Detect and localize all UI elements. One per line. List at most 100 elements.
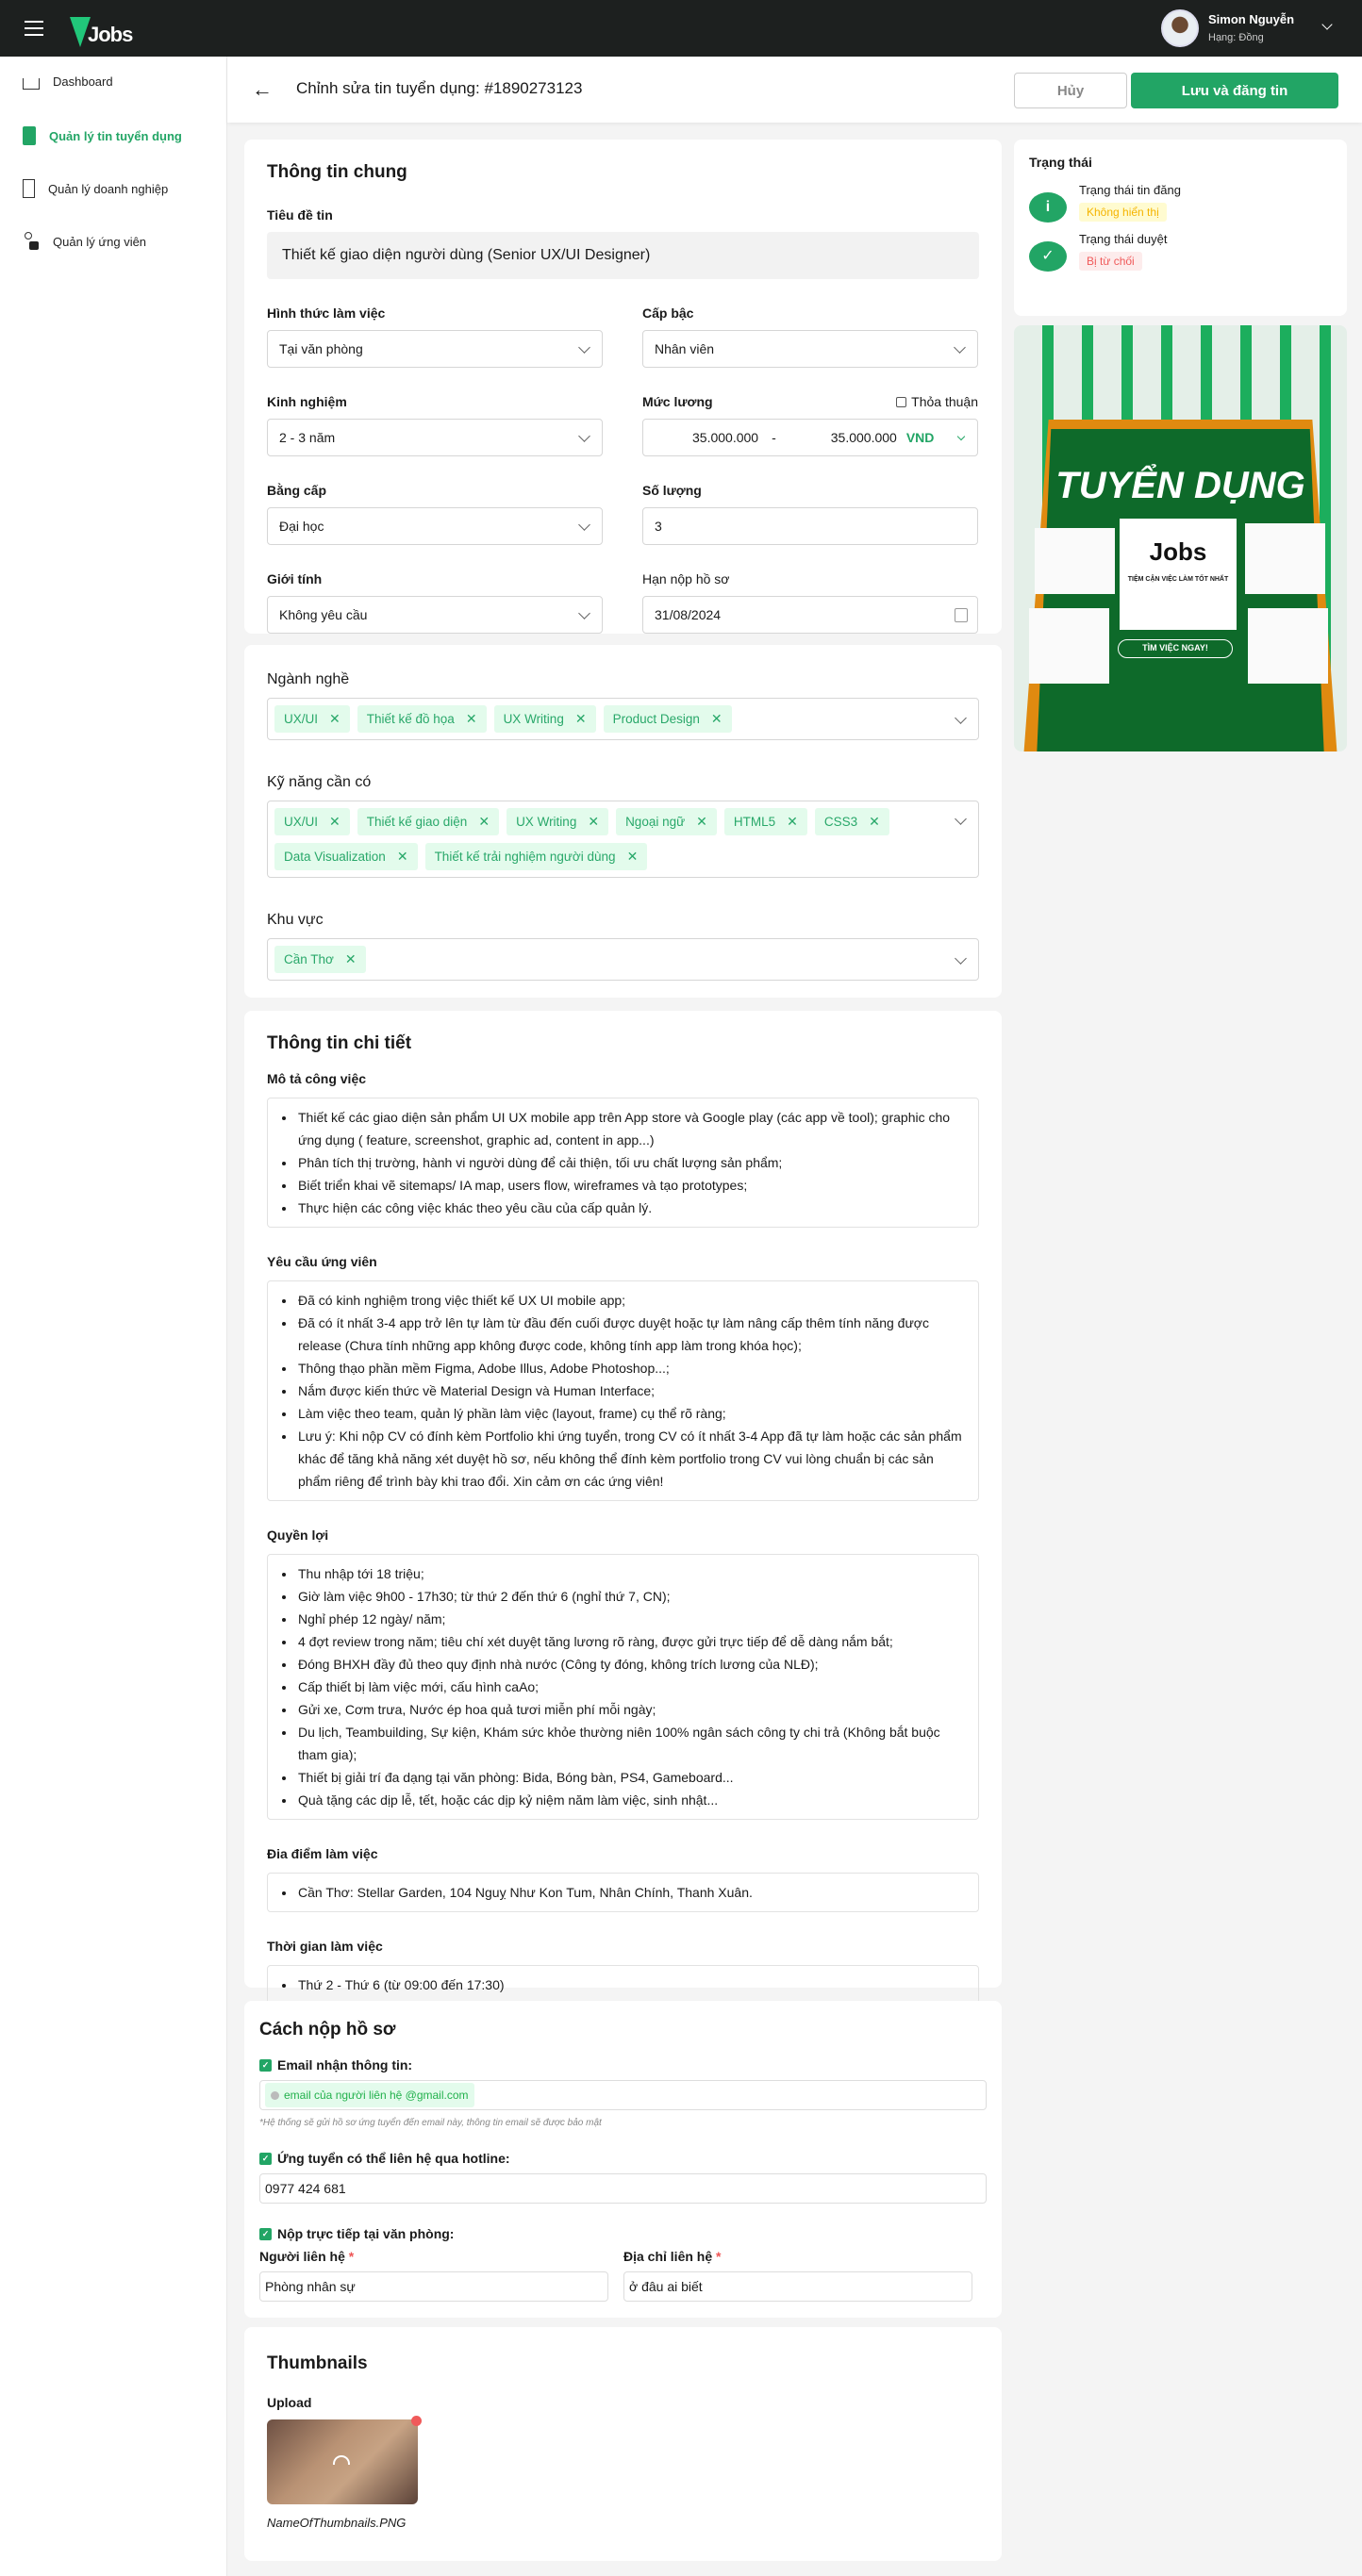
remove-tag-icon[interactable]: ✕	[478, 814, 490, 830]
tag: UX/UI ✕	[274, 705, 350, 733]
location-editor[interactable]: Cần Thơ: Stellar Garden, 104 Nguỵ Như Ko…	[267, 1873, 979, 1912]
contact-label: Người liên hệ	[259, 2249, 345, 2264]
remove-tag-icon[interactable]: ✕	[588, 814, 599, 830]
top-header: Jobs Simon Nguyễn Hạng: Đồng	[0, 0, 1362, 57]
region-label: Khu vực	[267, 912, 324, 928]
remove-tag-icon[interactable]: ✕	[869, 814, 880, 830]
section-title: Thông tin chung	[267, 162, 407, 182]
checkbox-checked-icon: ✓	[259, 2152, 272, 2165]
work-time-label: Thời gian làm việc	[267, 1939, 383, 1954]
tag: Thiết kế trải nghiệm người dùng ✕	[424, 843, 648, 870]
list-item: 4 đợt review trong năm; tiêu chí xét duy…	[296, 1630, 963, 1653]
salary-min[interactable]: 35.000.000	[692, 430, 758, 445]
email-checkbox[interactable]: ✓ Email nhận thông tin:	[259, 2057, 987, 2072]
work-time-editor[interactable]: Thứ 2 - Thứ 6 (từ 09:00 đến 17:30)	[267, 1965, 979, 2005]
remove-tag-icon[interactable]: ✕	[329, 814, 340, 830]
chevron-down-icon	[578, 430, 590, 442]
experience-select[interactable]: 2 - 3 năm	[267, 419, 603, 456]
list-item: Giờ làm việc 9h00 - 17h30; từ thứ 2 đến …	[296, 1585, 963, 1608]
general-info-card: Thông tin chung Tiêu đề tin Thiết kế gia…	[244, 140, 1002, 634]
page-toolbar: ← Chỉnh sửa tin tuyển dụng: #1890273123 …	[227, 57, 1362, 123]
sidebar: Dashboard Quản lý tin tuyển dụng Quản lý…	[0, 57, 227, 2576]
sidebar-item-job-posts[interactable]: Quản lý tin tuyển dụng	[23, 126, 182, 145]
hotline-checkbox[interactable]: ✓ Ứng tuyển có thể liên hệ qua hotline:	[259, 2151, 987, 2166]
list-item: Cần Thơ: Stellar Garden, 104 Nguỵ Như Ko…	[296, 1881, 963, 1904]
tag: UX Writing ✕	[507, 808, 609, 835]
list-item: Quà tặng các dịp lễ, tết, hoặc các dịp k…	[296, 1789, 963, 1811]
address-label: Địa chỉ liên hệ	[623, 2249, 713, 2264]
quantity-input[interactable]: 3	[642, 507, 978, 545]
description-editor[interactable]: Thiết kế các giao diện sản phẩm UI UX mo…	[267, 1098, 979, 1228]
list-item: Lưu ý: Khi nộp CV có đính kèm Portfolio …	[296, 1425, 963, 1493]
post-title-label: Tiêu đề tin	[267, 207, 333, 223]
list-item: Thiết kế các giao diện sản phẩm UI UX mo…	[296, 1106, 963, 1151]
post-status-badge: Không hiển thị	[1079, 203, 1167, 222]
categories-card: Ngành nghề UX/UI ✕ Thiết kế đồ họa ✕ UX Writ…	[244, 645, 1002, 998]
remove-tag-icon[interactable]: ✕	[329, 711, 340, 727]
deadline-date-input[interactable]: 31/08/2024	[642, 596, 978, 634]
degree-label: Bằng cấp	[267, 483, 327, 498]
logo[interactable]: Jobs	[70, 9, 133, 47]
avatar[interactable]	[1161, 9, 1199, 47]
industry-label: Ngành nghề	[267, 671, 350, 687]
remove-tag-icon[interactable]: ✕	[397, 849, 408, 865]
recruitment-banner[interactable]: TUYỂN DỤNG Jobs TIỆM CẬN VIỆC LÀM TỐT NH…	[1014, 325, 1347, 751]
save-publish-button[interactable]: Lưu và đăng tin	[1131, 73, 1338, 108]
info-icon: i	[1029, 192, 1067, 223]
chevron-down-icon	[578, 341, 590, 354]
remove-tag-icon[interactable]: ✕	[575, 711, 587, 727]
list-item: Phân tích thị trường, hành vi người dùng…	[296, 1151, 963, 1174]
email-input[interactable]: email của người liên hệ @gmail.com	[259, 2080, 987, 2110]
sidebar-item-candidates[interactable]: Quản lý ứng viên	[23, 232, 146, 251]
sidebar-item-dashboard[interactable]: Dashboard	[23, 73, 113, 90]
remove-tag-icon[interactable]: ✕	[627, 849, 639, 865]
address-input[interactable]: ở đâu ai biết	[623, 2271, 972, 2302]
menu-icon[interactable]	[25, 21, 43, 36]
degree-select[interactable]: Đại học	[267, 507, 603, 545]
cancel-button[interactable]: Hủy	[1014, 73, 1127, 108]
gender-select[interactable]: Không yêu cầu	[267, 596, 603, 634]
benefits-editor[interactable]: Thu nhập tới 18 triệu;Giờ làm việc 9h00 …	[267, 1554, 979, 1820]
thumbnail-image[interactable]	[267, 2416, 422, 2504]
thumbnail-file-name: NameOfThumbnails.PNG	[267, 2516, 407, 2530]
list-item: Thiết bị giải trí đa dạng tại văn phòng:…	[296, 1766, 963, 1789]
post-title-input[interactable]: Thiết kế giao diện người dùng (Senior UX…	[267, 232, 979, 279]
skills-multiselect[interactable]: UX/UI ✕ Thiết kế giao diện ✕ UX Writing ✕ Ngoạ…	[267, 801, 979, 878]
remove-icon[interactable]	[271, 2090, 279, 2100]
tag: Data Visualization ✕	[274, 843, 418, 870]
banner-headline: TUYỂN DỤNG	[1055, 465, 1305, 506]
contact-input[interactable]: Phòng nhân sự	[259, 2271, 608, 2302]
list-item: Gửi xe, Cơm trưa, Nước ép hoa quả tươi m…	[296, 1698, 963, 1721]
salary-range-input[interactable]: 35.000.000-35.000.000 VND	[642, 419, 978, 456]
office-checkbox[interactable]: ✓ Nộp trực tiếp tại văn phòng:	[259, 2226, 987, 2241]
remove-tag-icon[interactable]: ✕	[787, 814, 798, 830]
back-arrow-icon[interactable]: ←	[252, 79, 273, 100]
location-label: Đia điểm làm việc	[267, 1846, 378, 1861]
checkbox-checked-icon: ✓	[259, 2058, 272, 2072]
preview-eye-icon[interactable]	[333, 2455, 350, 2465]
requirements-label: Yêu cầu ứng viên	[267, 1254, 377, 1269]
building-icon	[23, 179, 35, 198]
region-multiselect[interactable]: Cần Thơ ✕	[267, 938, 979, 981]
hotline-input[interactable]: 0977 424 681	[259, 2173, 987, 2204]
application-method-card: Cách nộp hồ sơ ✓ Email nhận thông tin: em…	[244, 2001, 1002, 2318]
sidebar-item-companies[interactable]: Quản lý doanh nghiệp	[23, 179, 168, 198]
remove-tag-icon[interactable]: ✕	[466, 711, 477, 727]
remove-tag-icon[interactable]: ✕	[345, 951, 357, 967]
chevron-down-icon[interactable]	[1321, 19, 1333, 30]
work-type-select[interactable]: Tại văn phòng	[267, 330, 603, 368]
level-select[interactable]: Nhân viên	[642, 330, 978, 368]
industry-multiselect[interactable]: UX/UI ✕ Thiết kế đồ họa ✕ UX Writing ✕ Product…	[267, 698, 979, 740]
deadline-label: Hạn nộp hồ sơ	[642, 571, 730, 586]
negotiable-checkbox[interactable]: Thỏa thuận	[896, 394, 978, 409]
remove-tag-icon[interactable]: ✕	[711, 711, 723, 727]
currency-select[interactable]: VND	[906, 430, 935, 445]
level-label: Cấp bậc	[642, 305, 694, 321]
remove-icon[interactable]	[411, 2416, 422, 2426]
requirements-editor[interactable]: Đã có kinh nghiệm trong việc thiết kế UX…	[267, 1280, 979, 1501]
salary-max[interactable]: 35.000.000	[831, 430, 897, 445]
calendar-icon[interactable]	[955, 608, 968, 622]
skills-label: Kỹ năng cần có	[267, 774, 372, 790]
banner-cta[interactable]: TÌM VIỆC NGAY!	[1118, 639, 1233, 658]
remove-tag-icon[interactable]: ✕	[696, 814, 707, 830]
